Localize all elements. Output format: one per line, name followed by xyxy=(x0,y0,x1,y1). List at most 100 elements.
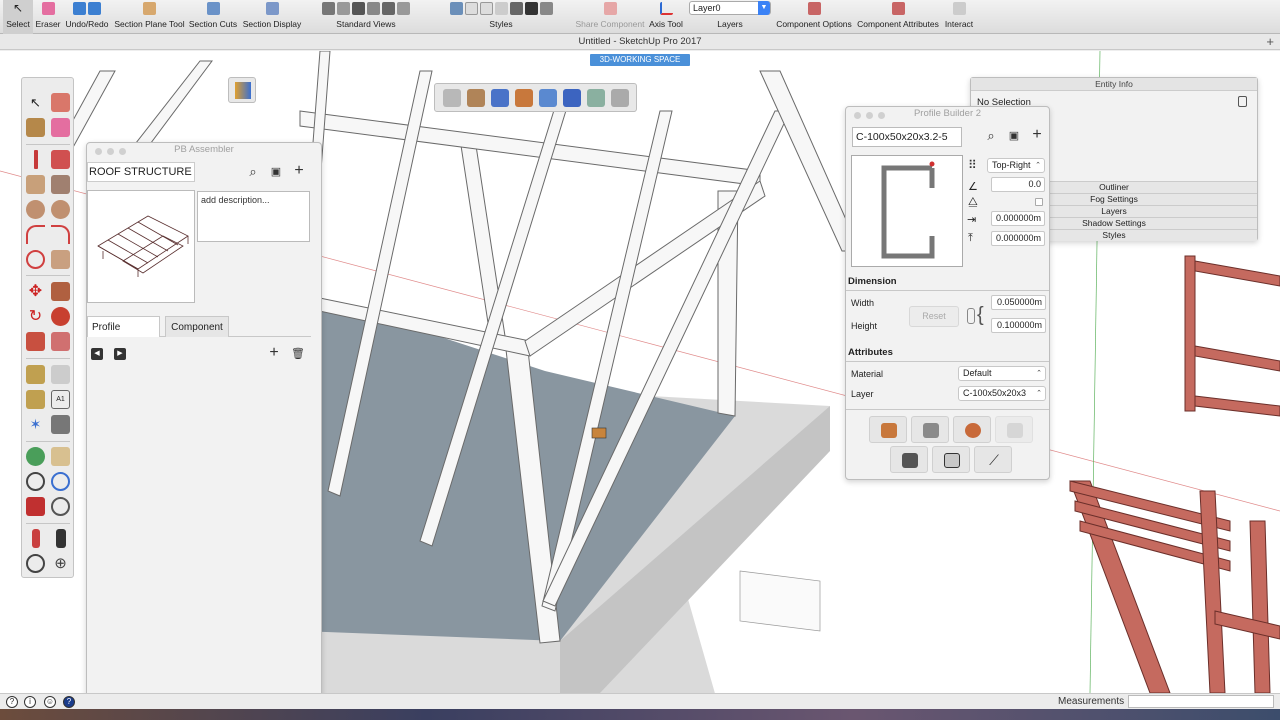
build-by-edges-button[interactable] xyxy=(911,416,949,443)
offset-icon[interactable] xyxy=(51,332,70,351)
zoom-icon[interactable] xyxy=(878,112,885,119)
next-icon[interactable]: ▶ xyxy=(114,348,126,360)
freehand-icon[interactable] xyxy=(51,150,70,169)
build-along-path-button[interactable] xyxy=(869,416,907,443)
section-plane-tool[interactable]: Section Plane Tool xyxy=(112,0,187,34)
rotated-rectangle-icon[interactable] xyxy=(51,175,70,194)
profile-builder-logo-icon[interactable] xyxy=(235,82,251,99)
search-icon[interactable]: ⌕ xyxy=(984,129,998,143)
trim-icon[interactable] xyxy=(587,89,605,107)
mirror-checkbox[interactable] xyxy=(1035,198,1043,206)
polygon-icon[interactable] xyxy=(51,200,70,219)
search-icon[interactable]: ⌕ xyxy=(246,165,260,179)
select-tool[interactable]: ↖ Select xyxy=(3,0,33,34)
orbit-icon[interactable] xyxy=(26,447,45,466)
width-field[interactable]: 0.050000m xyxy=(991,295,1046,310)
disabled-tool-button[interactable] xyxy=(995,416,1033,443)
position-camera-icon[interactable] xyxy=(32,529,40,548)
build-by-faces-button[interactable] xyxy=(953,416,991,443)
share-component-tool[interactable]: Share Component xyxy=(574,0,646,34)
section-display-tool[interactable]: Section Display xyxy=(240,0,304,34)
material-select[interactable]: Default xyxy=(958,366,1046,381)
tape-measure-icon[interactable] xyxy=(26,365,45,384)
profile-member-icon[interactable] xyxy=(443,89,461,107)
zoom-extents-icon[interactable] xyxy=(26,497,45,516)
link-icon[interactable] xyxy=(967,308,975,324)
previous-view-icon[interactable] xyxy=(51,497,70,516)
add-member-icon[interactable]: + xyxy=(267,345,281,361)
credits-icon[interactable]: i xyxy=(24,696,36,708)
trash-icon[interactable]: 🗑 xyxy=(291,347,305,361)
zoom-window-icon[interactable] xyxy=(51,472,70,491)
add-icon[interactable]: + xyxy=(1030,127,1044,143)
lock-icon[interactable] xyxy=(1238,96,1247,107)
section-cuts-tool[interactable]: Section Cuts xyxy=(188,0,238,34)
scene-tab[interactable]: 3D-WORKING SPACE xyxy=(590,54,690,66)
close-icon[interactable] xyxy=(854,112,861,119)
layer-select[interactable]: Layer0 ▼ xyxy=(689,1,771,15)
scale-icon[interactable] xyxy=(26,332,45,351)
select-profile-button[interactable] xyxy=(890,446,928,473)
help-icon[interactable]: ? xyxy=(63,696,75,708)
select-arrow-icon[interactable]: ↖ xyxy=(26,93,45,112)
geo-location-icon[interactable]: ? xyxy=(6,696,18,708)
zoom-icon[interactable] xyxy=(119,148,126,155)
two-point-arc-icon[interactable] xyxy=(51,225,70,244)
assembly-description-field[interactable]: add description... xyxy=(197,191,310,242)
measurements-input[interactable] xyxy=(1128,695,1274,708)
follow-me-icon[interactable] xyxy=(51,307,70,326)
height-field[interactable]: 0.100000m xyxy=(991,318,1046,333)
add-icon[interactable]: + xyxy=(1266,34,1274,50)
styles-tools[interactable]: Styles xyxy=(432,0,570,34)
axes-icon[interactable]: ✶ xyxy=(26,415,45,434)
tab-profile-member[interactable]: Profile Member xyxy=(87,316,160,354)
interact-tool[interactable]: Interact xyxy=(942,0,976,34)
zoom-icon[interactable] xyxy=(26,472,45,491)
add-icon[interactable]: + xyxy=(292,163,306,179)
previous-icon[interactable]: ◀ xyxy=(91,348,103,360)
layer-select-pb[interactable]: C-100x50x20x3 xyxy=(958,386,1046,401)
walk-icon[interactable] xyxy=(56,529,66,548)
stamp-button[interactable] xyxy=(932,446,970,473)
pie-icon[interactable] xyxy=(51,250,70,269)
assembly-name-field[interactable]: ROOF STRUCTURE xyxy=(87,162,195,182)
look-around-icon[interactable] xyxy=(26,554,45,573)
arc-icon[interactable] xyxy=(26,225,45,244)
offset-x-field[interactable]: 0.000000m xyxy=(991,211,1045,226)
line-icon[interactable] xyxy=(34,150,38,169)
component-options-tool[interactable]: Component Options xyxy=(774,0,854,34)
three-point-arc-icon[interactable] xyxy=(26,250,45,269)
extrude-icon[interactable] xyxy=(515,89,533,107)
tab-component[interactable]: Component xyxy=(165,316,229,337)
offset-y-field[interactable]: 0.000000m xyxy=(991,231,1045,246)
text-icon[interactable]: A1 xyxy=(51,390,70,409)
reset-button[interactable]: Reset xyxy=(909,306,959,327)
axis-tool[interactable]: Axis Tool xyxy=(646,0,686,34)
eyedropper-button[interactable]: ⟋ xyxy=(974,446,1012,473)
minimize-icon[interactable] xyxy=(866,112,873,119)
builder-icon[interactable] xyxy=(491,89,509,107)
make-component-icon[interactable] xyxy=(51,93,70,112)
protractor-icon[interactable] xyxy=(26,390,45,409)
circle-icon[interactable] xyxy=(26,200,45,219)
scales-icon[interactable] xyxy=(611,89,629,107)
move-icon[interactable]: ✥ xyxy=(26,282,45,301)
profile-name-field[interactable]: C-100x50x20x3.2-5 xyxy=(852,127,962,147)
eraser-icon[interactable] xyxy=(51,118,70,137)
3d-text-icon[interactable] xyxy=(51,415,70,434)
push-pull-icon[interactable] xyxy=(51,282,70,301)
path-icon[interactable] xyxy=(467,89,485,107)
minimize-icon[interactable] xyxy=(107,148,114,155)
alignment-select[interactable]: Top-Right xyxy=(987,158,1045,173)
eraser-tool[interactable]: Eraser xyxy=(33,0,63,34)
rotate-icon[interactable]: ↻ xyxy=(26,307,45,326)
rotation-field[interactable]: 0.0 xyxy=(991,177,1045,192)
edit-icon[interactable] xyxy=(563,89,581,107)
undo-redo-tools[interactable]: Undo/Redo xyxy=(63,0,111,34)
paint-bucket-icon[interactable] xyxy=(26,118,45,137)
rectangle-icon[interactable] xyxy=(26,175,45,194)
save-icon[interactable]: ▣ xyxy=(269,165,283,179)
section-plane-icon[interactable]: ⊕ xyxy=(51,554,70,573)
standard-views-tools[interactable]: Standard Views xyxy=(306,0,426,34)
assembly-icon[interactable] xyxy=(539,89,557,107)
